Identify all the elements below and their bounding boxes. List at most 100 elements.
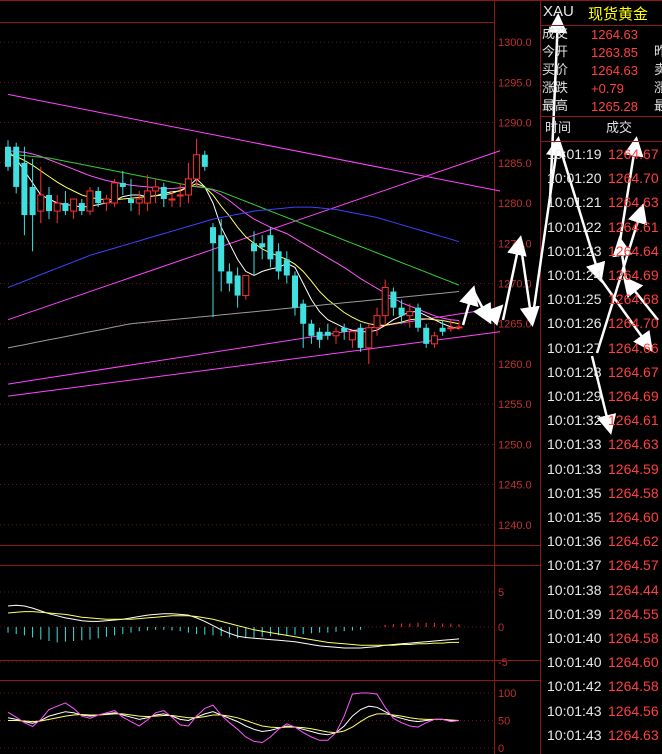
quote-label: 涨跌	[542, 81, 569, 96]
candle	[357, 323, 364, 352]
candle-body	[13, 146, 20, 187]
candle	[381, 279, 389, 324]
quote-row: 今开 1263.85 昨	[541, 43, 662, 62]
tick-price: 1264.55	[608, 605, 659, 622]
candle	[184, 162, 192, 204]
quote-row: 涨跌 +0.79 涨	[541, 79, 662, 98]
candle-body	[70, 198, 78, 212]
candle-body	[143, 190, 151, 204]
price-tick-label: 1275.0	[498, 238, 532, 250]
tick-row: 10:01:21 1264.63	[541, 190, 662, 214]
ticks-header: 时间 成交	[541, 116, 662, 142]
ticks-price-header: 成交	[606, 121, 633, 136]
tick-row: 10:01:40 1264.60	[541, 650, 662, 674]
candle	[348, 331, 356, 348]
candle	[341, 323, 348, 340]
candle	[21, 146, 28, 236]
tick-row: 10:01:39 1264.55	[541, 602, 662, 626]
candle	[251, 231, 257, 276]
candle-body	[430, 335, 438, 345]
tick-price: 1264.56	[608, 702, 659, 719]
quote-row: 最高 1265.28 最	[541, 97, 662, 116]
quote-value: 1265.28	[591, 99, 638, 114]
quote-row: 成交 1264.63	[541, 25, 662, 44]
tick-price: 1264.63	[608, 436, 659, 453]
candle	[234, 267, 241, 308]
candle-body	[423, 327, 430, 344]
tick-time: 10:01:33	[547, 436, 602, 453]
tick-time: 10:01:39	[547, 605, 602, 622]
candle	[37, 166, 45, 224]
price-tick-label: 1285.0	[498, 158, 532, 170]
macd-indicator[interactable]: 5 0 -5	[0, 587, 508, 669]
candle	[373, 307, 381, 336]
tick-row: 10:01:43 1264.63	[541, 723, 662, 747]
candle	[13, 142, 20, 194]
tick-time: 10:01:27	[547, 339, 602, 356]
candle-body	[308, 323, 315, 336]
candle-body	[283, 259, 290, 276]
price-tick-label: 1300.0	[498, 37, 532, 49]
candle-body	[357, 327, 364, 348]
tick-time: 10:01:26	[547, 315, 602, 332]
tick-row: 10:01:19 1264.67	[541, 142, 662, 166]
candle-body	[316, 331, 323, 340]
candle	[152, 178, 160, 204]
tick-row: 10:01:26 1264.70	[541, 311, 662, 335]
candle-body	[210, 227, 216, 244]
kdj-line-j	[7, 692, 460, 744]
tick-price: 1264.63	[608, 726, 659, 743]
tick-time: 10:01:33	[547, 460, 602, 477]
tick-row: 10:01:27 1264.66	[541, 336, 662, 360]
tick-row: 10:01:28 1264.67	[541, 360, 662, 384]
candle-body	[62, 203, 69, 212]
price-tick-label: 1250.0	[498, 439, 532, 451]
macd-tick-label: 5	[498, 587, 504, 599]
tick-time: 10:01:32	[547, 412, 602, 429]
quote-label: 今开	[542, 45, 569, 60]
candle-body	[184, 178, 192, 196]
candle	[119, 170, 126, 195]
quote-label: 成交	[542, 27, 569, 42]
candle-body	[168, 198, 176, 201]
tick-time: 10:01:20	[547, 170, 602, 187]
tick-price: 1264.60	[608, 654, 659, 671]
candle-body	[259, 243, 266, 248]
macd-line-dea	[7, 611, 459, 646]
tick-price: 1264.44	[608, 581, 659, 598]
tick-price: 1264.70	[608, 315, 659, 332]
candle	[62, 190, 69, 216]
candle-body	[455, 326, 463, 329]
candle-body	[267, 235, 274, 260]
candle-body	[102, 198, 110, 204]
candle-body	[447, 327, 455, 330]
candle	[201, 150, 208, 171]
price-tick-label: 1240.0	[498, 520, 532, 532]
candle	[86, 186, 94, 216]
tick-time: 10:01:25	[547, 291, 602, 308]
candle	[46, 186, 52, 220]
candle-body	[46, 194, 52, 212]
tick-price: 1264.70	[608, 170, 659, 187]
ticks-time-header: 时间	[545, 121, 572, 136]
macd-line-dif	[7, 604, 460, 649]
tick-price: 1264.59	[608, 460, 659, 477]
candle	[143, 174, 151, 212]
quote-value: +0.79	[591, 81, 624, 96]
tick-time: 10:01:35	[547, 509, 602, 525]
tick-price: 1264.66	[608, 339, 659, 356]
tick-price: 1264.60	[608, 509, 659, 525]
tick-time: 10:01:19	[547, 146, 602, 162]
candle-body	[300, 303, 307, 324]
kdj-indicator[interactable]: 100 50 0	[0, 688, 516, 754]
candle-body	[128, 199, 134, 204]
tick-time: 10:01:36	[547, 533, 602, 550]
candle	[111, 178, 119, 208]
candle	[430, 331, 438, 348]
price-chart[interactable]: 1300.01295.01290.01285.01280.01275.01270…	[0, 37, 532, 532]
candle-body	[292, 275, 298, 308]
candle-body	[398, 307, 405, 316]
candle	[415, 303, 421, 332]
price-tick-label: 1260.0	[498, 359, 532, 371]
candle	[242, 274, 250, 300]
